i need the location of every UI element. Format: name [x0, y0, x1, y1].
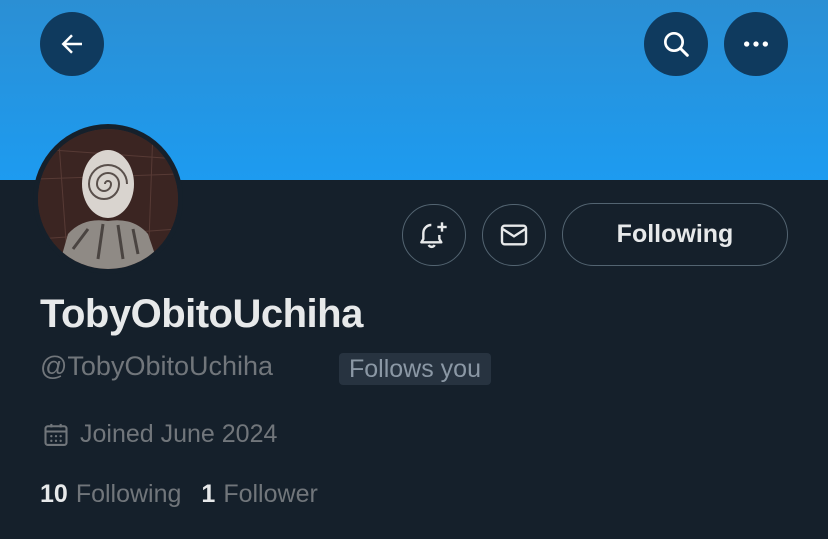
following-label: Following: [75, 480, 182, 508]
message-button[interactable]: [482, 204, 546, 266]
notifications-button[interactable]: [402, 204, 466, 266]
avatar-image: [38, 129, 178, 269]
more-options-button[interactable]: [724, 12, 788, 76]
joined-label: Joined June 2024: [80, 420, 278, 448]
back-button[interactable]: [40, 12, 104, 76]
user-handle: @TobyObitoUchiha: [40, 351, 274, 381]
more-horizontal-icon: [744, 41, 768, 47]
following-button[interactable]: Following: [562, 203, 788, 266]
search-button[interactable]: [644, 12, 708, 76]
display-name: TobyObitoUchiha: [40, 292, 363, 336]
followers-count: 1: [201, 480, 216, 508]
following-stat[interactable]: 10 Following: [40, 480, 181, 509]
bell-plus-icon: [420, 222, 447, 248]
follows-you-badge: Follows you: [339, 353, 491, 385]
search-icon: [664, 32, 689, 57]
calendar-icon: [44, 423, 68, 446]
mail-icon: [500, 224, 528, 246]
following-count: 10: [40, 480, 68, 508]
profile-stats: 10 Following 1 Follower: [40, 480, 318, 509]
arrow-left-icon: [61, 34, 82, 54]
joined-date: Joined June 2024: [42, 420, 277, 449]
followers-stat[interactable]: 1 Follower: [201, 480, 317, 509]
avatar[interactable]: [33, 124, 183, 274]
followers-label: Follower: [223, 480, 318, 508]
